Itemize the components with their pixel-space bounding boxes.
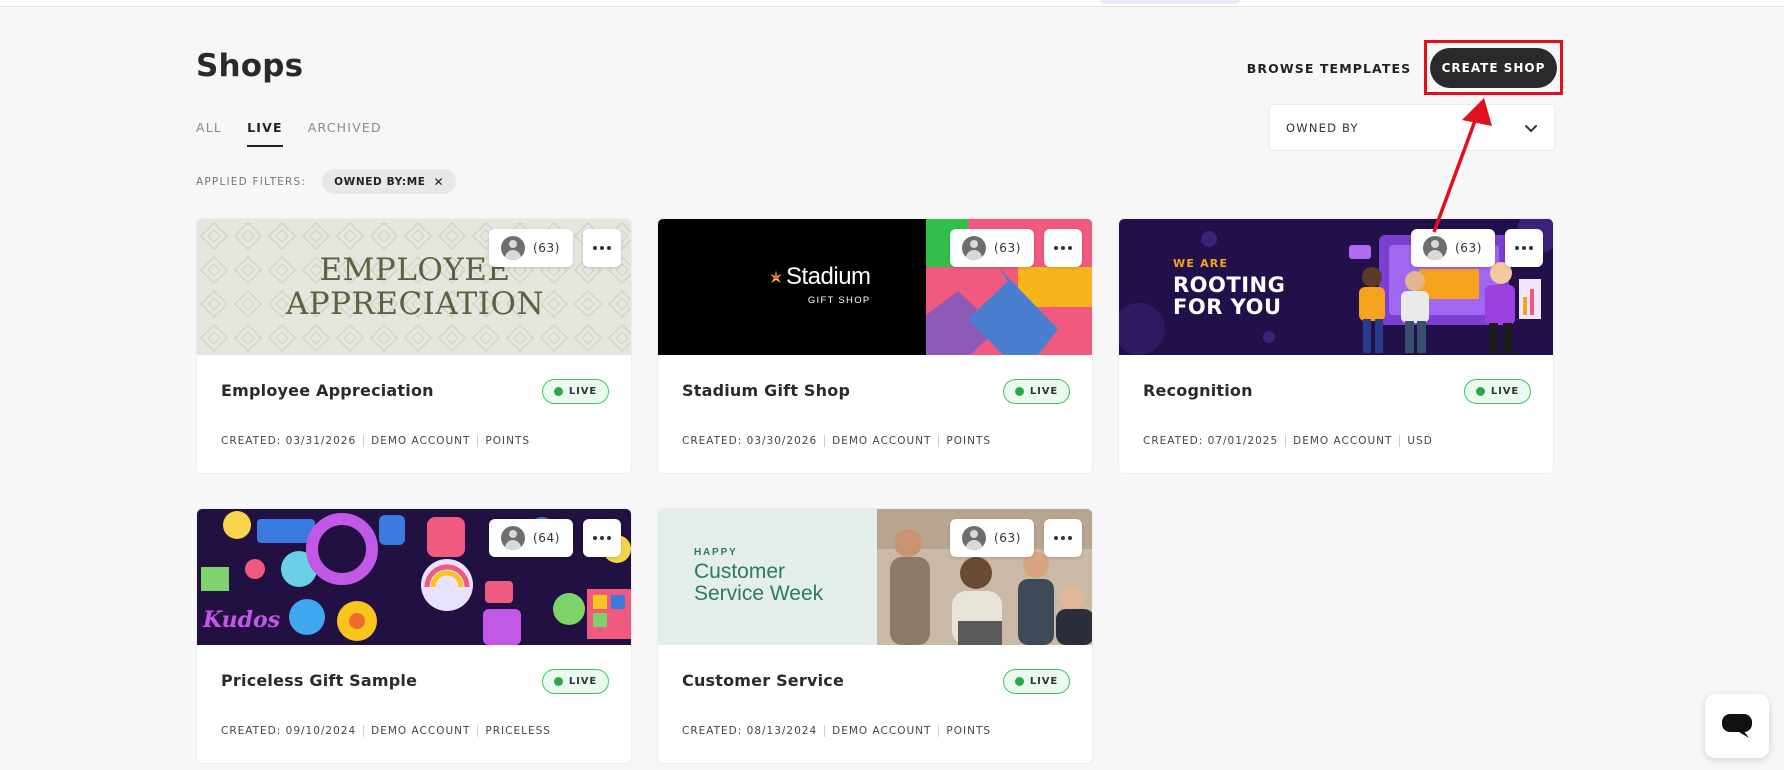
stadium-logo-icon <box>770 270 782 283</box>
currency-type: USD <box>1399 435 1439 447</box>
status-label: LIVE <box>1029 386 1059 397</box>
avatar-icon <box>501 526 525 550</box>
shop-card-recognition[interactable]: WE ARE ROOTING FOR YOU (63) Recognition … <box>1118 218 1554 474</box>
more-options-button[interactable] <box>1044 519 1082 557</box>
account-name: DEMO ACCOUNT <box>824 725 938 737</box>
more-options-button[interactable] <box>1044 229 1082 267</box>
shop-card-priceless-gift-sample[interactable]: Kudos (64) Priceless Gift Sample LIVE CR… <box>196 508 632 764</box>
chat-bubble-icon <box>1722 714 1752 738</box>
banner-subtitle: GIFT SHOP <box>807 295 871 306</box>
members-count: (63) <box>533 241 561 255</box>
top-navigation-bar <box>0 0 1784 7</box>
created-date: CREATED: 03/30/2026 <box>682 435 818 447</box>
applied-filters: APPLIED FILTERS: OWNED BY:ME ✕ <box>196 169 457 194</box>
status-badge: LIVE <box>542 669 609 694</box>
shop-name[interactable]: Stadium Gift Shop <box>682 381 850 400</box>
created-date: CREATED: 08/13/2024 <box>682 725 818 737</box>
currency-type: POINTS <box>938 725 998 737</box>
shop-name[interactable]: Customer Service <box>682 671 844 690</box>
account-name: DEMO ACCOUNT <box>1285 435 1399 447</box>
status-tabs: ALL LIVE ARCHIVED <box>196 120 407 147</box>
status-badge: LIVE <box>1003 379 1070 404</box>
members-button[interactable]: (63) <box>950 519 1034 557</box>
svg-text:Kudos: Kudos <box>202 607 280 633</box>
browse-templates-button[interactable]: BROWSE TEMPLATES <box>1244 56 1414 80</box>
live-dot-icon <box>1014 387 1024 396</box>
avatar-icon <box>962 526 986 550</box>
shop-meta: CREATED: 08/13/2024 DEMO ACCOUNT POINTS <box>682 725 998 737</box>
created-date: CREATED: 07/01/2025 <box>1143 435 1279 447</box>
banner-title-line2: APPRECIATION <box>285 286 545 322</box>
live-dot-icon <box>1014 677 1024 686</box>
status-label: LIVE <box>1029 676 1059 687</box>
status-badge: LIVE <box>542 379 609 404</box>
members-count: (63) <box>994 531 1022 545</box>
status-badge: LIVE <box>1464 379 1531 404</box>
applied-filters-label: APPLIED FILTERS: <box>196 175 307 188</box>
avatar-icon <box>501 236 525 260</box>
status-label: LIVE <box>1490 386 1520 397</box>
avatar-icon <box>962 236 986 260</box>
live-dot-icon <box>1475 387 1485 396</box>
live-dot-icon <box>553 387 563 396</box>
nav-accent <box>1100 0 1240 4</box>
members-count: (64) <box>533 531 561 545</box>
members-button[interactable]: (63) <box>950 229 1034 267</box>
live-dot-icon <box>553 677 563 686</box>
members-button[interactable]: (63) <box>1411 229 1495 267</box>
owned-by-dropdown[interactable]: OWNED BY <box>1269 104 1555 151</box>
created-date: CREATED: 09/10/2024 <box>221 725 357 737</box>
shop-meta: CREATED: 03/30/2026 DEMO ACCOUNT POINTS <box>682 435 998 447</box>
avatar-icon <box>1423 236 1447 260</box>
status-badge: LIVE <box>1003 669 1070 694</box>
shop-name[interactable]: Employee Appreciation <box>221 381 434 400</box>
banner-title-line1: Customer <box>694 560 786 583</box>
chat-launcher-button[interactable] <box>1705 694 1769 758</box>
members-count: (63) <box>994 241 1022 255</box>
banner-kicker: WE ARE <box>1173 257 1229 270</box>
shop-name[interactable]: Priceless Gift Sample <box>221 671 417 690</box>
banner-title-line1: ROOTING <box>1173 273 1286 297</box>
status-label: LIVE <box>568 676 598 687</box>
status-label: LIVE <box>568 386 598 397</box>
currency-type: PRICELESS <box>477 725 558 737</box>
account-name: DEMO ACCOUNT <box>824 435 938 447</box>
shop-name[interactable]: Recognition <box>1143 381 1253 400</box>
shop-meta: CREATED: 07/01/2025 DEMO ACCOUNT USD <box>1143 435 1440 447</box>
members-button[interactable]: (63) <box>489 229 573 267</box>
shop-meta: CREATED: 03/31/2026 DEMO ACCOUNT POINTS <box>221 435 537 447</box>
account-name: DEMO ACCOUNT <box>363 725 477 737</box>
owned-by-label: OWNED BY <box>1286 120 1359 135</box>
banner-kicker: HAPPY <box>694 547 738 558</box>
account-name: DEMO ACCOUNT <box>363 435 477 447</box>
tab-live[interactable]: LIVE <box>247 120 283 147</box>
more-options-button[interactable] <box>583 229 621 267</box>
close-icon[interactable]: ✕ <box>434 175 445 189</box>
currency-type: POINTS <box>477 435 537 447</box>
page-title: Shops <box>196 48 304 84</box>
tab-all[interactable]: ALL <box>196 120 222 147</box>
members-button[interactable]: (64) <box>489 519 573 557</box>
shop-card-stadium-gift-shop[interactable]: Stadium GIFT SHOP (63) Stadium Gift Shop… <box>657 218 1093 474</box>
more-options-button[interactable] <box>1505 229 1543 267</box>
banner-title-line2: Service Week <box>694 582 824 605</box>
banner-title-line2: FOR YOU <box>1173 295 1282 319</box>
shop-card-employee-appreciation[interactable]: EMPLOYEE APPRECIATION (63) Employee Appr… <box>196 218 632 474</box>
created-date: CREATED: 03/31/2026 <box>221 435 357 447</box>
shop-card-customer-service[interactable]: HAPPY Customer Service Week (63) Custome… <box>657 508 1093 764</box>
more-options-button[interactable] <box>583 519 621 557</box>
currency-type: POINTS <box>938 435 998 447</box>
filter-chip-label: OWNED BY:ME <box>334 175 426 188</box>
filter-chip-owned-by: OWNED BY:ME ✕ <box>322 169 457 194</box>
shop-meta: CREATED: 09/10/2024 DEMO ACCOUNT PRICELE… <box>221 725 558 737</box>
chevron-down-icon <box>1525 124 1537 132</box>
create-shop-button[interactable]: CREATE SHOP <box>1430 48 1557 88</box>
tab-archived[interactable]: ARCHIVED <box>308 120 382 147</box>
members-count: (63) <box>1455 241 1483 255</box>
banner-brand: Stadium <box>786 263 871 290</box>
